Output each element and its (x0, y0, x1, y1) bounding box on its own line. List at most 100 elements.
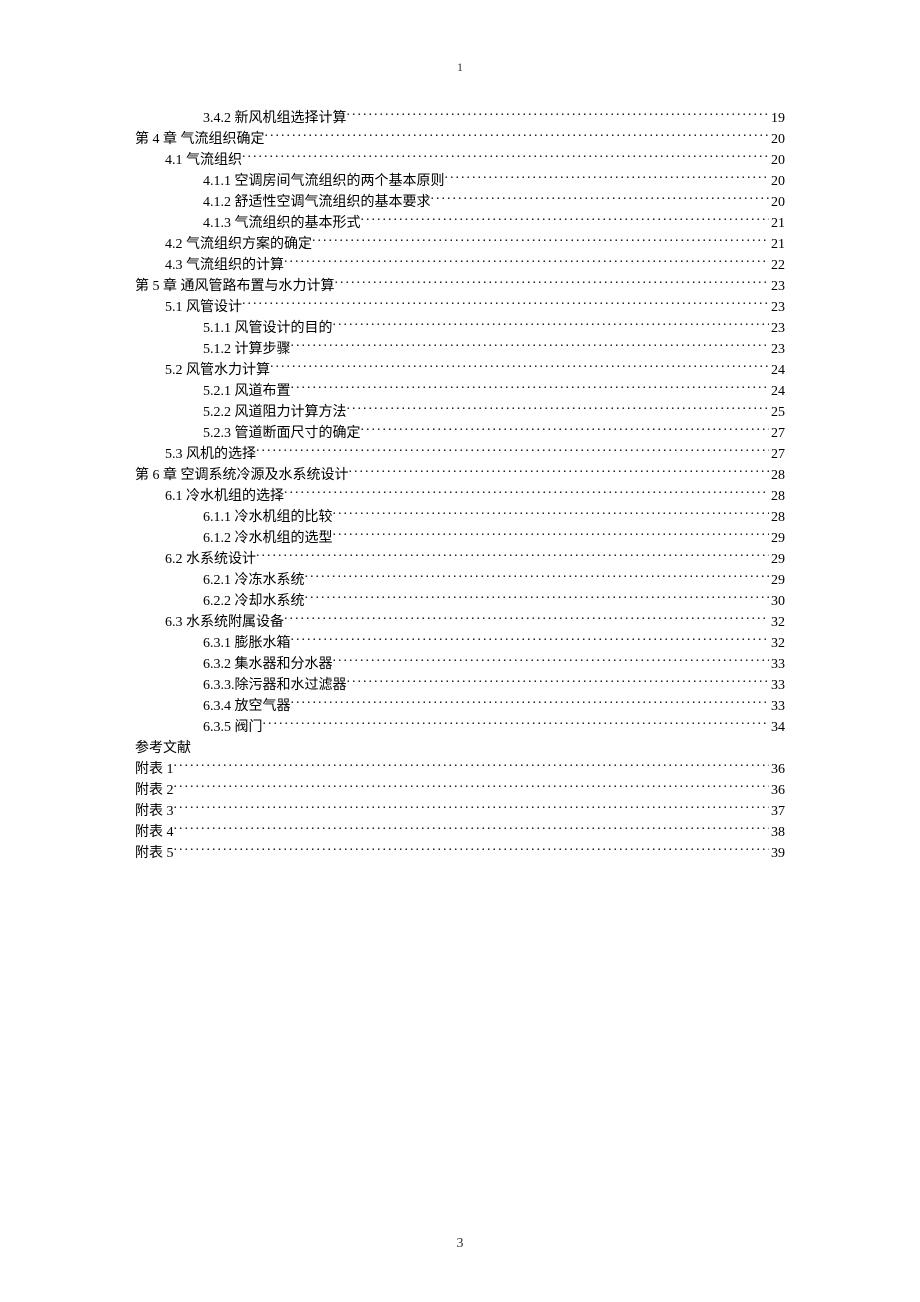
toc-leader-dots (291, 339, 770, 353)
toc-label: 附表 1 (135, 759, 174, 780)
toc-entry: 6.3.2 集水器和分水器 33 (135, 654, 785, 675)
toc-entry: 附表 3 37 (135, 801, 785, 822)
toc-leader-dots (333, 654, 770, 668)
toc-entry: 6.3 水系统附属设备32 (135, 612, 785, 633)
toc-page-number: 28 (769, 486, 785, 507)
toc-entry: 5.1.1 风管设计的目的23 (135, 318, 785, 339)
toc-entry: 附表 2 36 (135, 780, 785, 801)
toc-leader-dots (335, 276, 770, 290)
toc-leader-dots (284, 612, 769, 626)
toc-page-number: 30 (769, 591, 785, 612)
toc-entry: 6.1.2 冷水机组的选型 29 (135, 528, 785, 549)
toc-page-number: 33 (769, 654, 785, 675)
toc-label: 附表 3 (135, 801, 174, 822)
toc-leader-dots (349, 465, 770, 479)
toc-entry: 第 5 章 通风管路布置与水力计算 23 (135, 276, 785, 297)
toc-leader-dots (256, 549, 769, 563)
toc-label: 第 5 章 通风管路布置与水力计算 (135, 276, 335, 297)
toc-label: 6.3.2 集水器和分水器 (203, 654, 333, 675)
toc-page-number: 20 (769, 150, 785, 171)
toc-entry: 5.1.2 计算步骤 23 (135, 339, 785, 360)
toc-page-number: 33 (769, 675, 785, 696)
toc-label: 6.3 水系统附属设备 (165, 612, 284, 633)
toc-leader-dots (347, 675, 770, 689)
toc-label: 参考文献 (135, 738, 191, 759)
toc-leader-dots (263, 717, 770, 731)
toc-entry: 5.2.3 管道断面尺寸的确定27 (135, 423, 785, 444)
toc-leader-dots (256, 444, 769, 458)
toc-leader-dots (174, 759, 770, 773)
toc-leader-dots (242, 297, 769, 311)
toc-page-number: 20 (769, 129, 785, 150)
page-number-bottom: 3 (457, 1236, 464, 1252)
toc-page-number: 36 (769, 780, 785, 801)
toc-leader-dots (361, 213, 770, 227)
toc-leader-dots (305, 570, 770, 584)
toc-page-number: 29 (769, 549, 785, 570)
toc-label: 6.1.1 冷水机组的比较 (203, 507, 333, 528)
toc-leader-dots (174, 780, 770, 794)
toc-page-number: 37 (769, 801, 785, 822)
toc-entry: 5.2 风管水力计算24 (135, 360, 785, 381)
toc-leader-dots (191, 738, 783, 752)
toc-label: 附表 4 (135, 822, 174, 843)
toc-page-number: 29 (769, 528, 785, 549)
toc-page-number: 39 (769, 843, 785, 864)
toc-page-number: 36 (769, 759, 785, 780)
toc-page-number: 24 (769, 360, 785, 381)
toc-page-number: 22 (769, 255, 785, 276)
toc-leader-dots (305, 591, 770, 605)
toc-label: 3.4.2 新风机组选择计算 (203, 108, 347, 129)
toc-entry: 3.4.2 新风机组选择计算 19 (135, 108, 785, 129)
toc-leader-dots (312, 234, 769, 248)
toc-leader-dots (242, 150, 769, 164)
toc-entry: 参考文献 (135, 738, 785, 759)
toc-page-number: 21 (769, 234, 785, 255)
toc-label: 6.2.1 冷冻水系统 (203, 570, 305, 591)
toc-page-number: 23 (769, 297, 785, 318)
toc-leader-dots (284, 255, 769, 269)
toc-page-number: 23 (769, 276, 785, 297)
toc-label: 附表 2 (135, 780, 174, 801)
toc-page-number: 33 (769, 696, 785, 717)
toc-leader-dots (284, 486, 769, 500)
toc-entry: 5.3 风机的选择27 (135, 444, 785, 465)
toc-page-number: 24 (769, 381, 785, 402)
toc-entry: 6.3.3.除污器和水过滤器33 (135, 675, 785, 696)
toc-entry: 6.1 冷水机组的选择 28 (135, 486, 785, 507)
toc-label: 6.3.1 膨胀水箱 (203, 633, 291, 654)
toc-entry: 第 4 章 气流组织确定 20 (135, 129, 785, 150)
toc-container: 3.4.2 新风机组选择计算19第 4 章 气流组织确定204.1 气流组织20… (135, 108, 785, 864)
toc-label: 6.1.2 冷水机组的选型 (203, 528, 333, 549)
toc-label: 5.2.1 风道布置 (203, 381, 291, 402)
toc-entry: 5.2.2 风道阻力计算方法25 (135, 402, 785, 423)
toc-entry: 6.3.4 放空气器 33 (135, 696, 785, 717)
toc-label: 5.1.2 计算步骤 (203, 339, 291, 360)
page-number-top: 1 (457, 60, 463, 75)
toc-entry: 6.2.2 冷却水系统 30 (135, 591, 785, 612)
toc-page-number: 34 (769, 717, 785, 738)
toc-leader-dots (265, 129, 770, 143)
toc-entry: 4.2 气流组织方案的确定 21 (135, 234, 785, 255)
toc-entry: 附表 1 36 (135, 759, 785, 780)
toc-label: 6.3.5 阀门 (203, 717, 263, 738)
toc-entry: 6.2 水系统设计29 (135, 549, 785, 570)
toc-label: 6.2.2 冷却水系统 (203, 591, 305, 612)
toc-page-number: 27 (769, 423, 785, 444)
toc-label: 6.3.4 放空气器 (203, 696, 291, 717)
toc-page-number: 25 (769, 402, 785, 423)
toc-label: 4.3 气流组织的计算 (165, 255, 284, 276)
toc-leader-dots (347, 108, 770, 122)
toc-label: 6.1 冷水机组的选择 (165, 486, 284, 507)
toc-label: 4.1.1 空调房间气流组织的两个基本原则 (203, 171, 445, 192)
toc-page-number: 27 (769, 444, 785, 465)
toc-leader-dots (174, 801, 770, 815)
toc-page-number: 19 (769, 108, 785, 129)
toc-page-number: 23 (769, 339, 785, 360)
toc-entry: 4.3 气流组织的计算 22 (135, 255, 785, 276)
toc-leader-dots (361, 423, 770, 437)
toc-entry: 4.1.1 空调房间气流组织的两个基本原则20 (135, 171, 785, 192)
toc-label: 4.2 气流组织方案的确定 (165, 234, 312, 255)
toc-entry: 5.2.1 风道布置 24 (135, 381, 785, 402)
toc-label: 第 4 章 气流组织确定 (135, 129, 265, 150)
